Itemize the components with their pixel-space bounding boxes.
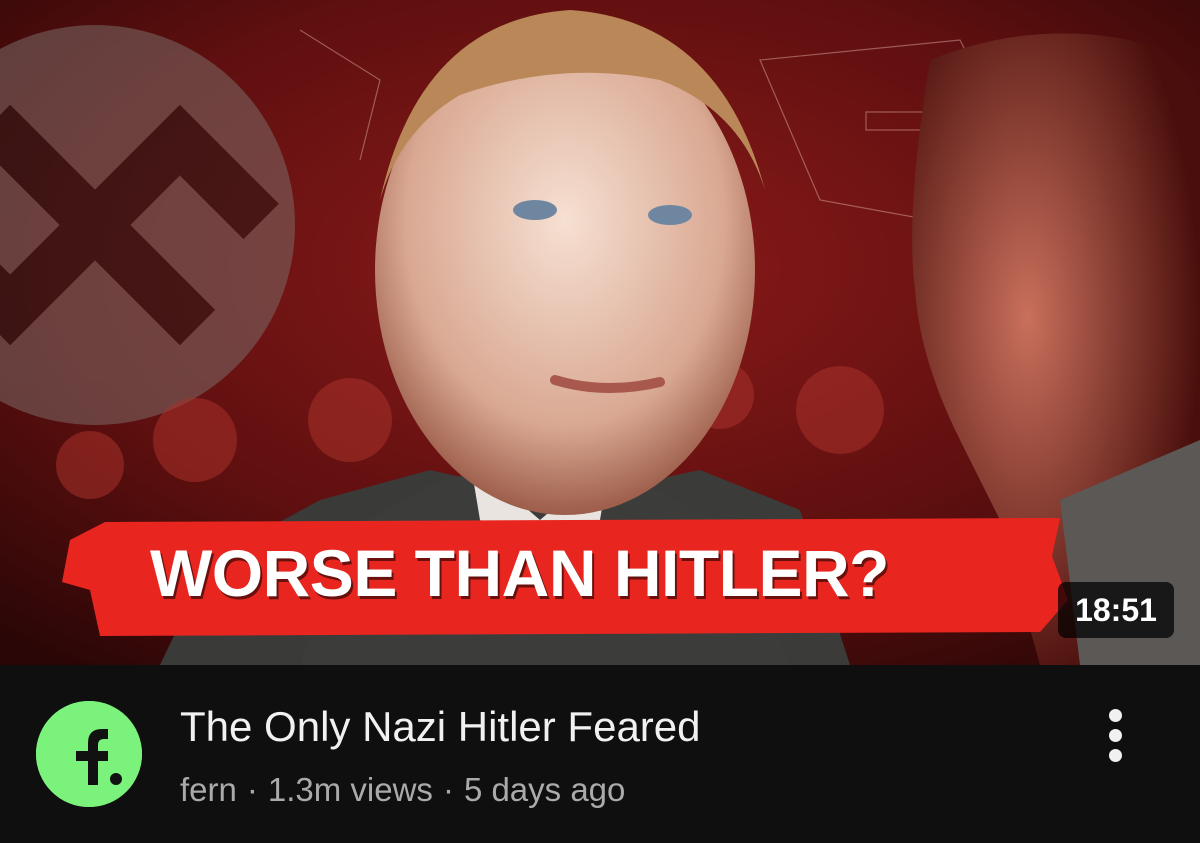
upload-age: 5 days ago bbox=[463, 771, 626, 808]
duration-badge: 18:51 bbox=[1058, 582, 1174, 638]
separator: · bbox=[442, 771, 454, 808]
separator: · bbox=[246, 771, 258, 808]
video-meta: The Only Nazi Hitler Feared fern · 1.3m vi… bbox=[0, 665, 1200, 843]
menu-dot bbox=[1109, 709, 1122, 722]
channel-avatar[interactable] bbox=[36, 701, 142, 807]
video-card[interactable]: WORSE THAN HITLER? 18:51 The Only Nazi H… bbox=[0, 0, 1200, 843]
view-count: 1.3m views bbox=[267, 771, 433, 808]
channel-logo-icon bbox=[36, 701, 142, 807]
menu-dot bbox=[1109, 729, 1122, 742]
video-thumbnail[interactable]: WORSE THAN HITLER? 18:51 bbox=[0, 0, 1200, 665]
thumbnail-headline: WORSE THAN HITLER? bbox=[150, 536, 889, 610]
video-subtitle: fern · 1.3m views · 5 days ago bbox=[180, 769, 1060, 811]
more-vert-icon[interactable] bbox=[1094, 705, 1138, 765]
video-title[interactable]: The Only Nazi Hitler Feared bbox=[180, 701, 1060, 753]
channel-name[interactable]: fern bbox=[180, 771, 237, 808]
menu-dot bbox=[1109, 749, 1122, 762]
